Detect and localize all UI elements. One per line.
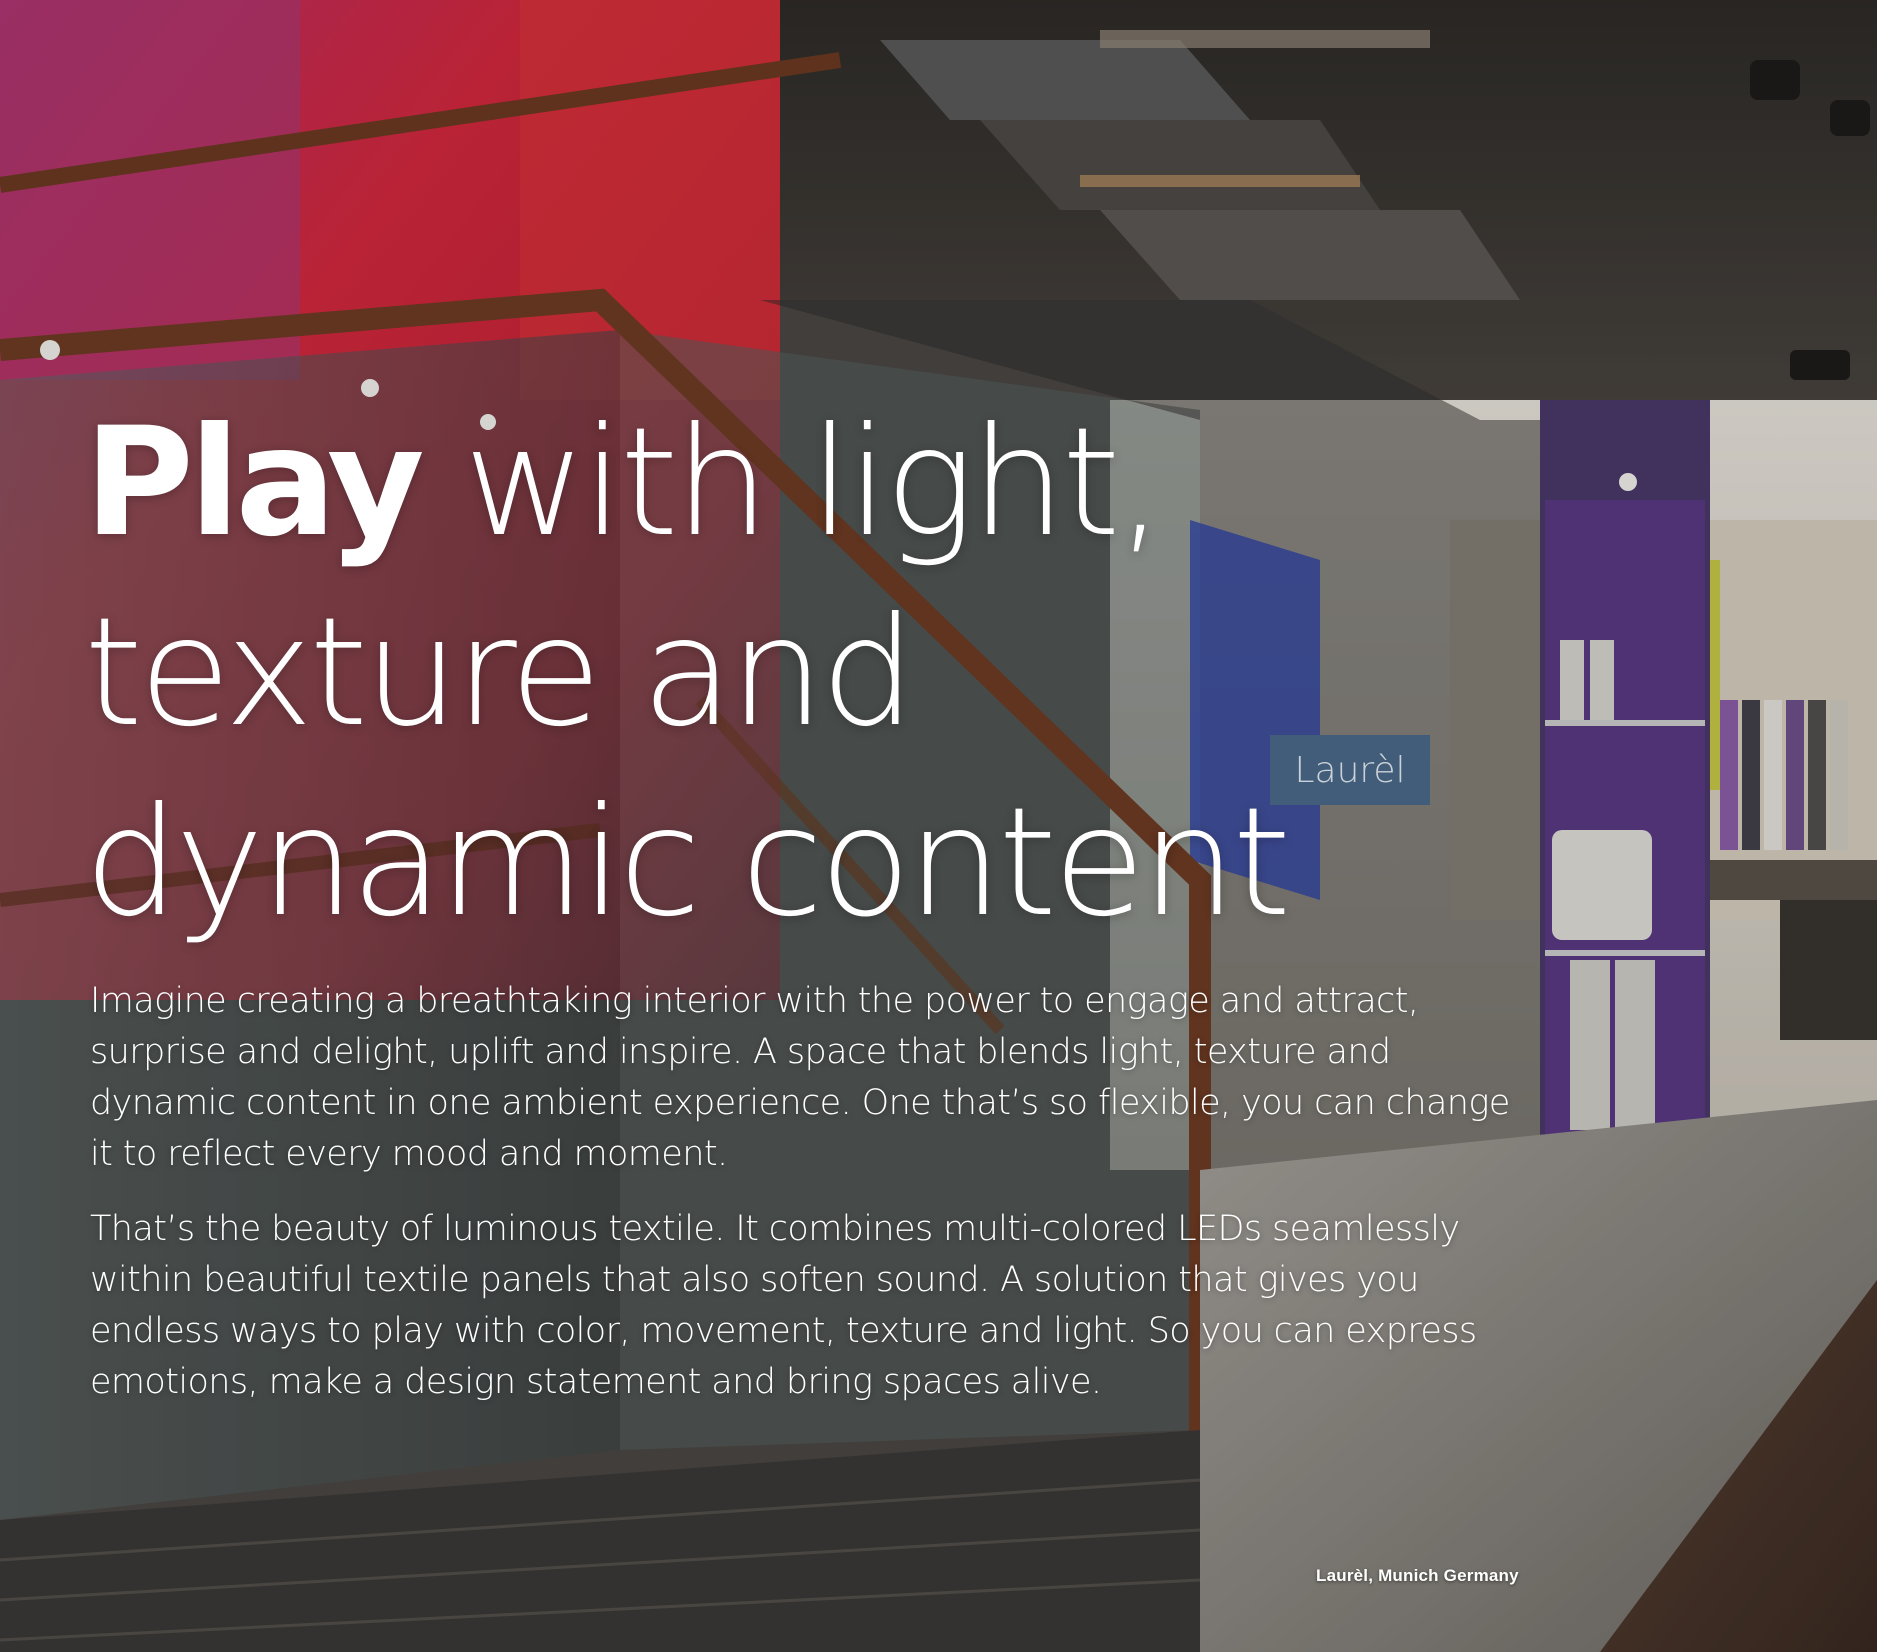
headline-line-3: dynamic content: [84, 776, 1291, 950]
headline-line-1-rest: with light,: [419, 396, 1164, 570]
brochure-page: Laurèl Play with light, texture and dyna…: [0, 0, 1877, 1652]
headline-emphasis: Play: [84, 396, 425, 570]
headline-line-1: Play with light,: [84, 388, 1684, 578]
body-copy: Imagine creating a breathtaking interior…: [90, 976, 1530, 1432]
headline: Play with light, texture and dynamic con…: [84, 388, 1684, 958]
body-paragraph-2: That’s the beauty of luminous textile. I…: [90, 1209, 1477, 1402]
body-paragraph-1: Imagine creating a breathtaking interior…: [90, 981, 1510, 1174]
photo-caption: Laurèl, Munich Germany: [1316, 1566, 1519, 1585]
headline-line-2: texture and: [84, 586, 916, 760]
